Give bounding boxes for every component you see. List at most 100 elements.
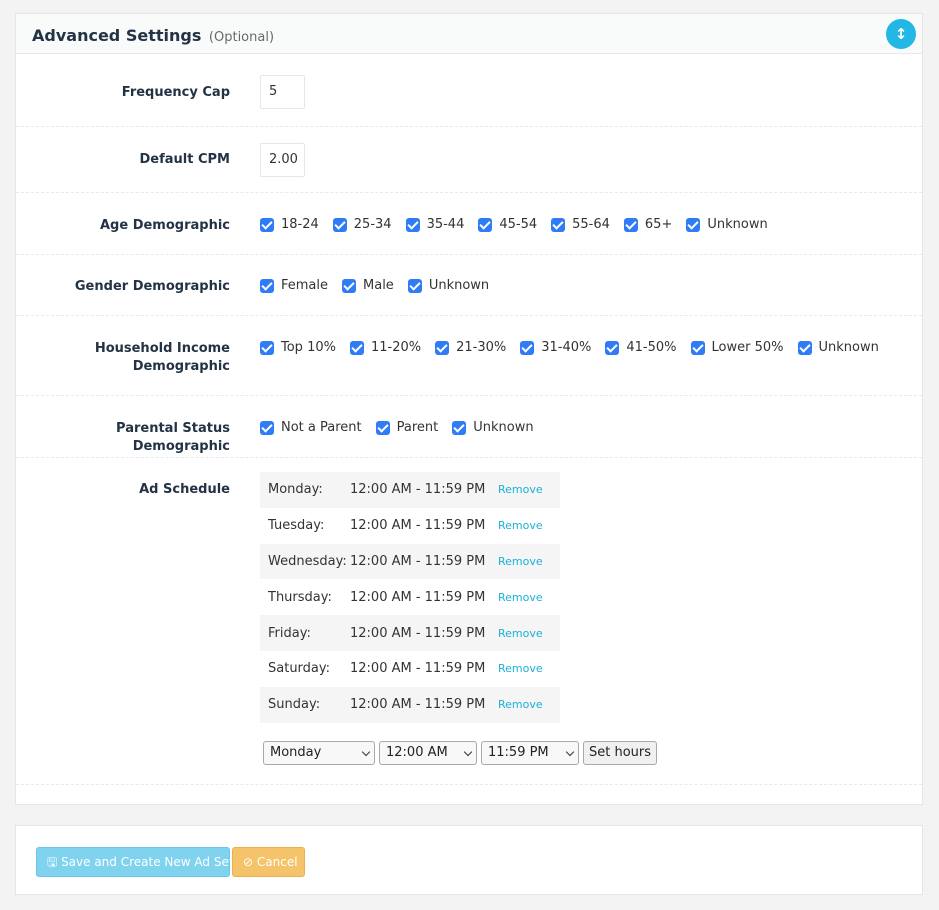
checkbox-checked-icon	[342, 278, 357, 293]
gender-option-unknown[interactable]: Unknown	[407, 278, 489, 293]
floppy-disk-icon: 🖫	[47, 855, 58, 869]
schedule-day: Saturday:	[268, 661, 331, 677]
chevron-down-icon	[565, 747, 575, 757]
gender-demographic-label: Gender Demographic	[74, 279, 230, 294]
age-option-55-64[interactable]: 55-64	[551, 217, 610, 232]
income-checkbox-group: Top 10% 11-20% 21-30% 31-40% 41-50% Lowe…	[260, 340, 893, 355]
schedule-row: Friday: 12:00 AM - 11:59 PM Remove	[260, 615, 560, 651]
remove-link[interactable]: Remove	[498, 591, 543, 604]
age-option-unknown[interactable]: Unknown	[686, 217, 768, 232]
income-option-label: 41-50%	[626, 340, 677, 355]
checkbox-checked-icon	[405, 217, 420, 232]
form-footer: 🖫 Save and Create New Ad Set ⊘ Cancel	[15, 825, 923, 895]
schedule-time: 12:00 AM - 11:59 PM	[350, 518, 486, 534]
checkbox-checked-icon	[260, 278, 274, 293]
age-checkbox-group: 18-24 25-34 35-44 45-54 55-64 65+ Unknow…	[260, 217, 782, 232]
remove-link[interactable]: Remove	[498, 483, 543, 496]
gender-demographic-row: Gender Demographic Female Male Unknown	[16, 255, 922, 316]
cancel-icon: ⊘	[243, 855, 254, 869]
schedule-table: Monday: 12:00 AM - 11:59 PM Remove Tuesd…	[260, 472, 560, 723]
age-option-label: 25-34	[353, 217, 392, 232]
parental-option-parent[interactable]: Parent	[375, 420, 439, 435]
checkbox-checked-icon	[260, 217, 274, 232]
frequency-cap-input[interactable]: 5	[260, 75, 305, 109]
schedule-day: Sunday:	[268, 697, 321, 713]
parental-option-not-parent[interactable]: Not a Parent	[260, 420, 362, 435]
frequency-cap-row: Frequency Cap 5	[16, 55, 922, 127]
income-option-label: Lower 50%	[711, 340, 784, 355]
income-option-label: 11-20%	[370, 340, 422, 355]
save-and-create-button[interactable]: 🖫 Save and Create New Ad Set	[36, 847, 234, 877]
income-option-top-10[interactable]: Top 10%	[260, 340, 336, 355]
age-option-label: Unknown	[707, 217, 768, 232]
default-cpm-input[interactable]: 2.00	[260, 143, 305, 177]
gender-option-label: Female	[281, 278, 329, 293]
income-label-line1: Household Income	[94, 341, 230, 356]
schedule-day: Thursday:	[268, 589, 332, 605]
day-select[interactable]: Monday	[263, 741, 375, 765]
ad-schedule-label: Ad Schedule	[139, 482, 230, 497]
panel-title-text: Advanced Settings	[32, 26, 202, 45]
parental-checkbox-group: Not a Parent Parent Unknown	[260, 420, 548, 435]
cancel-button[interactable]: ⊘ Cancel	[232, 847, 305, 877]
checkbox-checked-icon	[260, 340, 274, 355]
gender-option-female[interactable]: Female	[260, 278, 328, 293]
age-option-18-24[interactable]: 18-24	[260, 217, 319, 232]
income-option-label: 31-40%	[541, 340, 592, 355]
schedule-row: Sunday: 12:00 AM - 11:59 PM Remove	[260, 686, 560, 723]
age-option-25-34[interactable]: 25-34	[332, 217, 392, 232]
checkbox-checked-icon	[478, 217, 493, 232]
remove-link[interactable]: Remove	[498, 519, 543, 532]
checkbox-checked-icon	[551, 217, 566, 232]
remove-link[interactable]: Remove	[498, 698, 543, 711]
panel-title: Advanced Settings (Optional)	[32, 26, 274, 45]
end-time-value: 11:59 PM	[488, 745, 549, 760]
age-demographic-row: Age Demographic 18-24 25-34 35-44 45-54 …	[16, 193, 922, 255]
income-option-11-20[interactable]: 11-20%	[349, 340, 422, 355]
parental-option-unknown[interactable]: Unknown	[452, 420, 534, 435]
checkbox-checked-icon	[407, 278, 422, 293]
income-option-41-50[interactable]: 41-50%	[605, 340, 677, 355]
gender-option-male[interactable]: Male	[342, 278, 394, 293]
checkbox-checked-icon	[686, 217, 701, 232]
schedule-controls: Monday 12:00 AM 11:59 PM Set hours	[263, 741, 658, 765]
checkbox-checked-icon	[435, 340, 450, 355]
income-option-lower-50[interactable]: Lower 50%	[690, 340, 784, 355]
parental-option-label: Unknown	[473, 420, 534, 435]
income-option-31-40[interactable]: 31-40%	[520, 340, 591, 355]
advanced-settings-panel: Advanced Settings (Optional) ↕ Frequency…	[15, 13, 923, 805]
panel-header: Advanced Settings (Optional) ↕	[16, 14, 922, 54]
info-icon[interactable]: ↕	[886, 19, 916, 49]
parental-option-label: Parent	[396, 420, 439, 435]
set-hours-button[interactable]: Set hours	[583, 741, 658, 765]
remove-link[interactable]: Remove	[498, 627, 543, 640]
schedule-row: Saturday: 12:00 AM - 11:59 PM Remove	[260, 651, 560, 687]
schedule-day: Tuesday:	[268, 518, 325, 534]
schedule-day: Monday:	[268, 482, 323, 498]
start-time-select[interactable]: 12:00 AM	[379, 741, 477, 765]
start-time-value: 12:00 AM	[386, 745, 448, 760]
age-option-35-44[interactable]: 35-44	[405, 217, 465, 232]
age-option-65-plus[interactable]: 65+	[623, 217, 672, 232]
cancel-button-label: Cancel	[256, 855, 298, 869]
checkbox-checked-icon	[623, 217, 638, 232]
age-option-label: 35-44	[426, 217, 465, 232]
age-option-45-54[interactable]: 45-54	[478, 217, 537, 232]
parental-option-label: Not a Parent	[281, 420, 362, 435]
age-option-label: 18-24	[281, 217, 319, 232]
remove-link[interactable]: Remove	[498, 555, 543, 568]
parental-demographic-label: Parental Status Demographic	[116, 421, 230, 454]
schedule-time: 12:00 AM - 11:59 PM	[350, 661, 486, 677]
checkbox-checked-icon	[452, 420, 467, 435]
schedule-day: Friday:	[268, 625, 311, 641]
schedule-time: 12:00 AM - 11:59 PM	[350, 697, 486, 713]
income-option-21-30[interactable]: 21-30%	[435, 340, 506, 355]
remove-link[interactable]: Remove	[498, 662, 543, 675]
gender-option-label: Male	[363, 278, 394, 293]
schedule-time: 12:00 AM - 11:59 PM	[350, 553, 486, 569]
income-option-unknown[interactable]: Unknown	[797, 340, 879, 355]
schedule-day: Wednesday:	[268, 553, 347, 569]
checkbox-checked-icon	[520, 340, 535, 355]
end-time-select[interactable]: 11:59 PM	[481, 741, 579, 765]
schedule-time: 12:00 AM - 11:59 PM	[350, 589, 486, 605]
